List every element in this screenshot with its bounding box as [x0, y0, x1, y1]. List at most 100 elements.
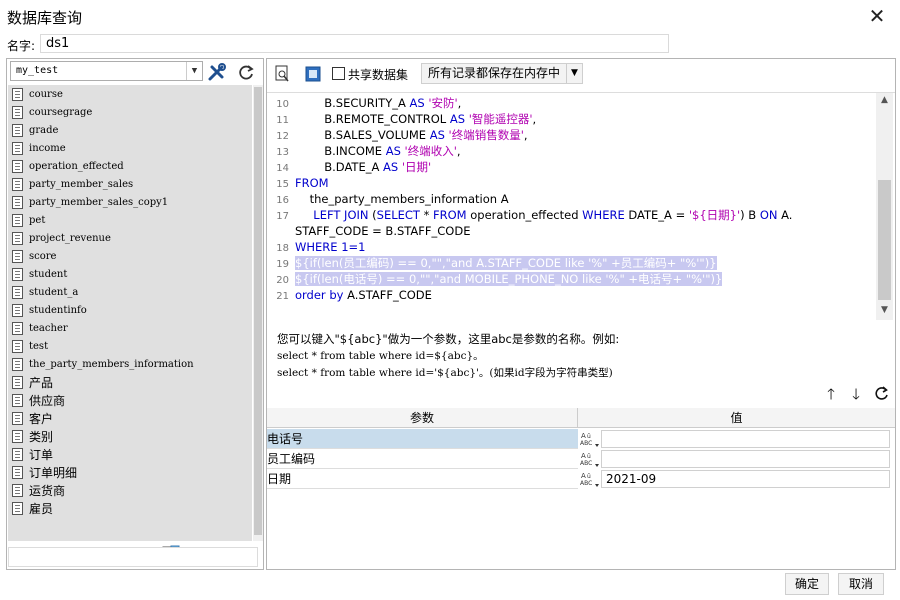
- tools-icon: [208, 63, 226, 81]
- list-item[interactable]: project_revenue: [8, 229, 252, 247]
- hint-line-2: select * from table where id=${abc}。: [277, 350, 484, 362]
- sql-designer-icon[interactable]: [303, 64, 323, 84]
- table-name: 雇员: [29, 501, 54, 516]
- sql-keyword: AS: [429, 128, 445, 142]
- list-item[interactable]: party_member_sales_copy1: [8, 193, 252, 211]
- list-item[interactable]: 订单明细: [8, 463, 252, 481]
- sql-keyword: order by: [295, 288, 344, 302]
- move-up-icon[interactable]: 🡑: [822, 384, 840, 403]
- table-name: course: [29, 88, 63, 100]
- type-picker-icon[interactable]: Aū ABC: [578, 430, 600, 448]
- query-toolbar: 共享数据集 所有记录都保存在内存中 ▼: [267, 59, 895, 89]
- table-icon: [12, 267, 23, 281]
- table-icon: [12, 501, 23, 515]
- list-item[interactable]: course: [8, 85, 252, 103]
- sql-editor[interactable]: ▲ ▼ 10 B.SECURITY_A AS '安防', 11 B.REMOTE_…: [267, 92, 895, 320]
- name-label: 名字:: [7, 39, 36, 53]
- table-list-scrollbar[interactable]: [253, 85, 263, 541]
- code-line: 14 B.DATE_A AS '日期': [267, 159, 877, 175]
- list-item[interactable]: student_a: [8, 283, 252, 301]
- type-picker-icon[interactable]: Aū ABC: [578, 470, 600, 488]
- dialog-title: 数据库查询: [7, 9, 83, 27]
- list-item[interactable]: 供应商: [8, 391, 252, 409]
- storage-mode-select[interactable]: 所有记录都保存在内存中 ▼: [421, 63, 583, 84]
- table-icon: [12, 231, 23, 245]
- param-value-input[interactable]: 2021-09: [601, 470, 890, 488]
- close-icon[interactable]: ✕: [862, 0, 892, 32]
- connection-settings-button[interactable]: [204, 60, 228, 82]
- list-item[interactable]: 订单: [8, 445, 252, 463]
- param-name[interactable]: 日期: [267, 469, 578, 489]
- table-name: party_member_sales: [29, 178, 134, 190]
- sql-text: (: [368, 208, 377, 222]
- list-item[interactable]: income: [8, 139, 252, 157]
- share-dataset-label: 共享数据集: [348, 68, 409, 82]
- list-item[interactable]: coursegrage: [8, 103, 252, 121]
- param-name[interactable]: 电话号: [267, 429, 578, 449]
- list-item[interactable]: 雇员: [8, 499, 252, 517]
- sql-text: *: [419, 208, 434, 222]
- svg-text:ū: ū: [587, 473, 591, 480]
- name-input[interactable]: ds1: [40, 34, 669, 53]
- sql-text: ) B: [740, 208, 760, 222]
- sql-keyword: 1=1: [341, 240, 366, 254]
- list-item[interactable]: operation_effected: [8, 157, 252, 175]
- param-value-input[interactable]: [601, 450, 890, 468]
- list-item[interactable]: party_member_sales: [8, 175, 252, 193]
- refresh-tables-button[interactable]: [233, 60, 257, 82]
- sql-text: A.STAFF_CODE: [343, 288, 432, 302]
- sql-string: '安防': [428, 96, 458, 110]
- list-item[interactable]: grade: [8, 121, 252, 139]
- list-item[interactable]: 运货商: [8, 481, 252, 499]
- list-item[interactable]: 客户: [8, 409, 252, 427]
- move-down-icon[interactable]: 🡓: [847, 384, 865, 403]
- list-item[interactable]: 类别: [8, 427, 252, 445]
- table-icon: [12, 159, 23, 173]
- type-picker-icon[interactable]: Aū ABC: [578, 450, 600, 468]
- table-search-input[interactable]: [8, 547, 258, 567]
- param-value-input[interactable]: [601, 430, 890, 448]
- chevron-down-icon[interactable]: ▼: [186, 62, 202, 80]
- table-row[interactable]: 员工编码 Aū ABC: [267, 449, 895, 469]
- table-row[interactable]: 日期 Aū ABC 2021-09: [267, 469, 895, 489]
- list-item[interactable]: score: [8, 247, 252, 265]
- ok-button[interactable]: 确定: [785, 573, 829, 595]
- table-icon: [12, 357, 23, 371]
- table-name: teacher: [29, 322, 68, 334]
- param-column-header: 参数: [267, 408, 578, 428]
- list-item[interactable]: test: [8, 337, 252, 355]
- hint-line-1: 您可以键入"${abc}"做为一个参数，这里abc是参数的名称。例如:: [277, 332, 620, 346]
- preview-icon[interactable]: [272, 64, 292, 84]
- sql-string: '终端销售数量': [448, 128, 524, 142]
- sql-editor-scrollbar[interactable]: ▲ ▼: [876, 93, 893, 320]
- chevron-down-icon[interactable]: ▼: [566, 64, 582, 83]
- table-name: 客户: [29, 411, 54, 426]
- sql-keyword: AS: [449, 112, 466, 126]
- database-select[interactable]: my_test ▼: [10, 61, 203, 81]
- share-dataset-checkbox[interactable]: [332, 67, 345, 80]
- table-name: grade: [29, 124, 59, 136]
- table-name: party_member_sales_copy1: [29, 196, 169, 208]
- table-icon: [12, 429, 23, 443]
- cancel-button[interactable]: 取消: [838, 573, 884, 595]
- table-name: project_revenue: [29, 232, 111, 244]
- refresh-params-icon[interactable]: [872, 384, 890, 402]
- table-name: student_a: [29, 286, 79, 298]
- scroll-up-icon[interactable]: ▲: [876, 95, 893, 109]
- list-item[interactable]: teacher: [8, 319, 252, 337]
- svg-text:ABC: ABC: [580, 460, 592, 467]
- table-icon: [12, 321, 23, 335]
- list-item[interactable]: the_party_members_information: [8, 355, 252, 373]
- table-row[interactable]: 电话号 Aū ABC: [267, 429, 895, 449]
- scroll-down-icon[interactable]: ▼: [876, 305, 893, 319]
- table-list[interactable]: course coursegrage grade income operation_ef…: [8, 85, 252, 541]
- list-item[interactable]: studentinfo: [8, 301, 252, 319]
- refresh-icon: [239, 65, 254, 80]
- list-item[interactable]: pet: [8, 211, 252, 229]
- table-icon: [12, 249, 23, 263]
- list-item[interactable]: 产品: [8, 373, 252, 391]
- param-name[interactable]: 员工编码: [267, 449, 578, 469]
- list-item[interactable]: student: [8, 265, 252, 283]
- sql-keyword: FROM: [295, 176, 329, 190]
